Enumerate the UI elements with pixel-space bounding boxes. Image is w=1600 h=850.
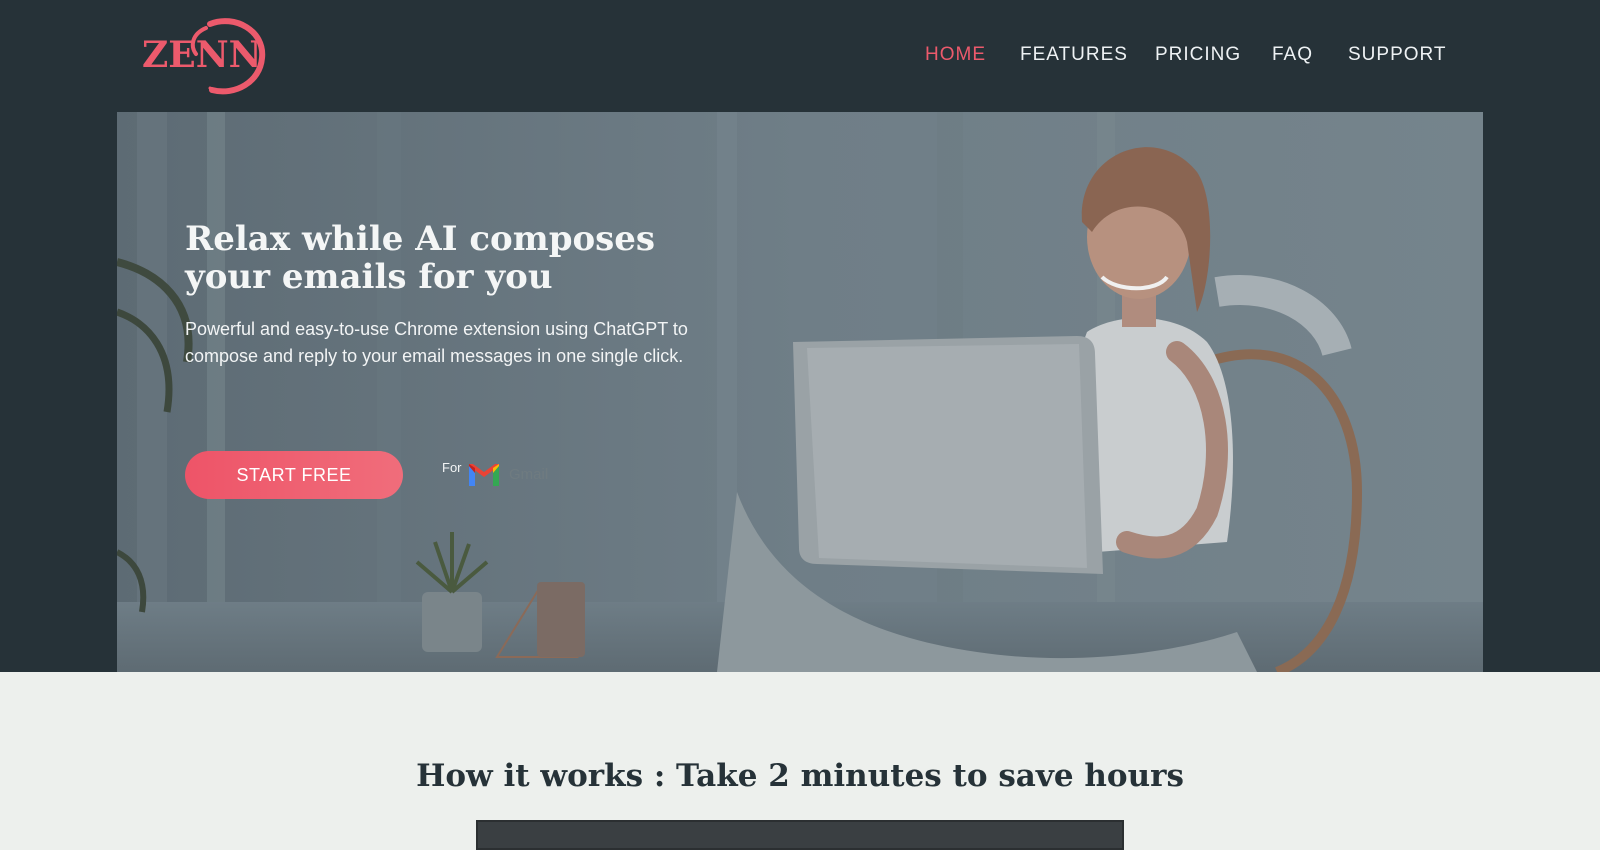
hero-title: Relax while AI composes your emails for … bbox=[185, 220, 745, 296]
logo[interactable]: ZENN bbox=[140, 16, 270, 96]
hero-subtitle-line2: compose and reply to your email messages… bbox=[185, 346, 684, 366]
hero-title-line2: your emails for you bbox=[185, 257, 553, 297]
hero-background-image bbox=[117, 112, 1483, 672]
nav-home[interactable]: HOME bbox=[925, 44, 986, 66]
gmail-icon[interactable] bbox=[467, 462, 501, 488]
logo-text: ZENN bbox=[142, 34, 262, 76]
nav-faq[interactable]: FAQ bbox=[1272, 44, 1313, 66]
hero-section: Relax while AI composes your emails for … bbox=[117, 112, 1483, 672]
hero-subtitle: Powerful and easy-to-use Chrome extensio… bbox=[185, 316, 745, 370]
start-free-button[interactable]: START FREE bbox=[185, 451, 403, 499]
nav-support[interactable]: SUPPORT bbox=[1348, 44, 1447, 66]
how-it-works-title: How it works : Take 2 minutes to save ho… bbox=[416, 758, 1184, 794]
gmail-label: Gmail bbox=[509, 466, 549, 483]
video-player[interactable] bbox=[476, 820, 1124, 850]
nav-pricing[interactable]: PRICING bbox=[1155, 44, 1241, 66]
hero-title-line1: Relax while AI composes bbox=[185, 219, 656, 259]
nav-features[interactable]: FEATURES bbox=[1020, 44, 1128, 66]
header: ZENN HOME FEATURES PRICING FAQ SUPPORT R… bbox=[0, 0, 1600, 672]
hero-subtitle-line1: Powerful and easy-to-use Chrome extensio… bbox=[185, 319, 688, 339]
for-label: For bbox=[442, 460, 462, 475]
